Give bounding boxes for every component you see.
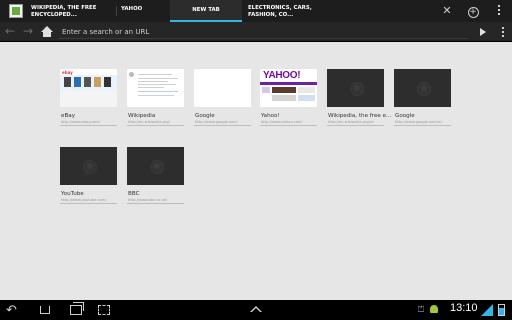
wikipedia-favicon-icon [9,4,23,18]
overflow-menu-icon[interactable] [495,5,503,17]
globe-placeholder-icon [150,160,164,174]
tab-label: NEW TAB [192,7,220,13]
globe-placeholder-icon [350,82,364,96]
thumbnail-google-mobile[interactable]: Google http://www.google.com/m/ [394,69,451,126]
wikipedia-globe-icon [129,72,134,77]
system-back-icon[interactable]: ↶ [6,304,17,317]
yahoo-logo: YAHOO! [263,70,301,81]
usb-icon: ⏍ [418,305,425,314]
url-input[interactable] [58,25,468,39]
thumbnail-url: http://www.google.com/m/ [395,120,443,124]
chevron-up-icon[interactable] [250,306,262,312]
thumbnail-url: http://www.youtube.com/ [61,198,107,202]
system-navigation-bar: ↶ ⏍ 13:10 [0,300,512,320]
tab-label: YAHOO [121,6,143,12]
thumbnail-url: http://www.yahoo.com/ [261,120,303,124]
page-menu-icon[interactable] [499,27,507,39]
thumbnail-title: BBC [128,191,140,197]
plus-icon: + [467,7,479,18]
forward-arrow-icon[interactable]: → [22,25,34,37]
android-debug-icon [430,305,438,313]
thumbnail-image: YAHOO! [260,69,317,107]
signal-icon [481,304,493,316]
tab-electronics[interactable]: ELECTRONICS, CARS, FASHION, CO... [248,0,334,22]
tab-new-tab[interactable]: NEW TAB [170,0,242,22]
home-icon[interactable] [40,26,54,38]
battery-icon [498,304,505,316]
tab-wikipedia[interactable]: WIKIPEDIA, THE FREE ENCYCLOPED... [3,0,111,22]
screenshot-icon[interactable] [98,305,110,315]
thumbnail-image [194,69,251,107]
thumbnail-image [60,147,117,185]
thumbnail-title: Google [395,113,415,119]
thumbnail-image: ebay [60,69,117,107]
thumbnail-title: Wikipedia, the free e... [328,113,392,119]
thumbnail-url: http://en.wikipedia.org/wi [328,120,374,124]
system-home-icon[interactable] [38,304,52,316]
thumbnail-title: eBay [61,113,76,119]
thumbnail-wikipedia[interactable]: Wikipedia http://en.wikipedia.org/ [127,69,184,126]
go-arrow-icon[interactable] [480,28,486,36]
thumbnail-title: Wikipedia [128,113,156,119]
thumbnail-image [394,69,451,107]
thumbnail-title: Google [195,113,215,119]
tab-strip: WIKIPEDIA, THE FREE ENCYCLOPED... YAHOO … [0,0,512,22]
thumbnail-url: http://www.bbc.co.uk/ [128,198,168,202]
thumbnail-wikipedia-article[interactable]: Wikipedia, the free e... http://en.wikip… [327,69,391,126]
thumbnail-title: Yahoo! [261,113,280,119]
tab-label: WIKIPEDIA, THE FREE ENCYCLOPED... [31,5,97,18]
tab-label: ELECTRONICS, CARS, FASHION, CO... [248,5,312,18]
tab-yahoo[interactable]: YAHOO [121,0,167,22]
globe-placeholder-icon [417,82,431,96]
thumbnail-bbc[interactable]: BBC http://www.bbc.co.uk/ [127,147,184,204]
thumbnail-image [127,147,184,185]
new-tab-button[interactable]: + [466,4,480,18]
thumbnail-youtube[interactable]: YouTube http://www.youtube.com/ [60,147,117,204]
close-tab-icon[interactable]: ✕ [441,5,453,17]
thumbnail-title: YouTube [61,191,84,197]
status-clock[interactable]: 13:10 [450,302,478,314]
globe-placeholder-icon [83,160,97,174]
back-arrow-icon[interactable]: ← [4,25,16,37]
recent-apps-icon[interactable] [70,302,84,315]
url-bar: ← → [0,22,512,42]
thumbnail-google[interactable]: Google http://www.google.com/ [194,69,251,126]
thumbnail-url: http://www.google.com/ [195,120,238,124]
thumbnail-yahoo[interactable]: YAHOO! Yahoo! http://www.yahoo.com/ [260,69,317,126]
thumbnail-image [327,69,384,107]
tab-divider [116,6,117,16]
thumbnail-ebay[interactable]: ebay eBay http://www.ebay.com/ [60,69,117,126]
thumbnail-image [127,69,184,107]
thumbnail-url: http://www.ebay.com/ [61,120,100,124]
thumbnail-url: http://en.wikipedia.org/ [128,120,170,124]
